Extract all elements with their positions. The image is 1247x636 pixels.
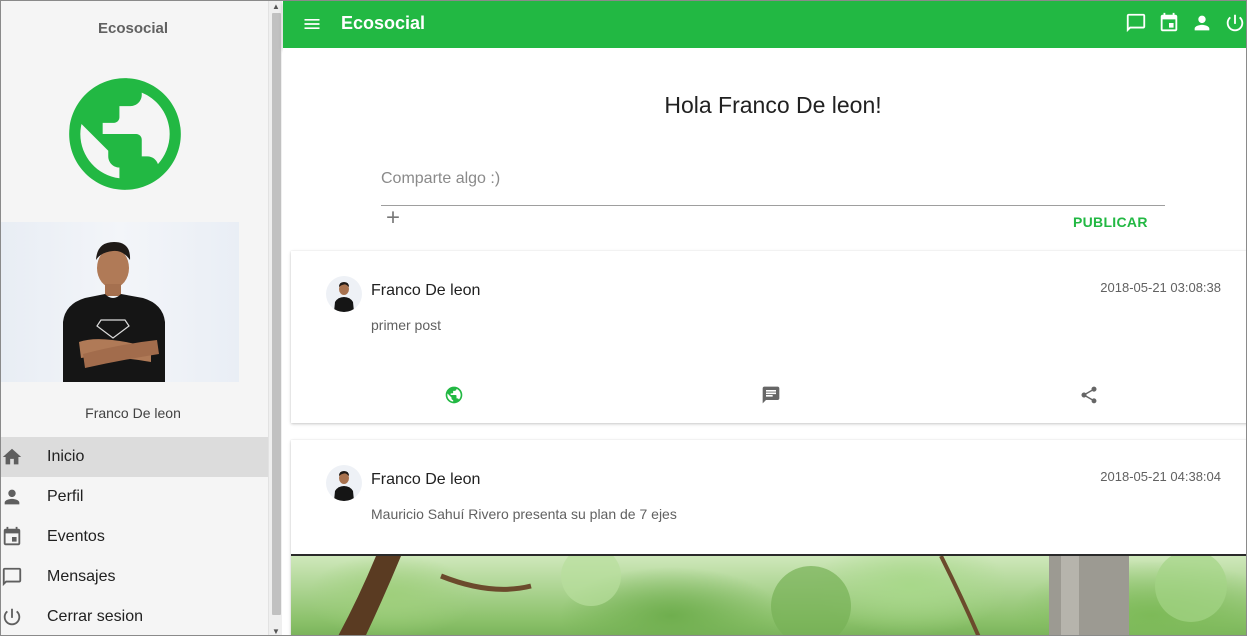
sidebar-item-cerrar-sesion[interactable]: Cerrar sesion (1, 597, 268, 635)
message-icon (1, 566, 23, 588)
app-window: Ecosocial Franco De leon Inicio Perfil E… (0, 0, 1247, 636)
post-actions (291, 385, 1246, 407)
sidebar-item-inicio[interactable]: Inicio (1, 437, 268, 477)
avatar[interactable] (326, 465, 362, 501)
globe-icon[interactable] (444, 385, 464, 405)
post-author[interactable]: Franco De leon (371, 471, 480, 489)
power-icon[interactable] (1224, 12, 1246, 34)
sidebar-title: Ecosocial (97, 20, 169, 37)
message-icon[interactable] (1125, 12, 1147, 34)
scrollbar-thumb[interactable] (272, 13, 281, 615)
post-date: 2018-05-21 04:38:04 (1100, 469, 1221, 484)
share-input[interactable] (381, 152, 1165, 206)
person-icon[interactable] (1191, 12, 1213, 34)
avatar[interactable] (326, 276, 362, 312)
power-icon (1, 606, 23, 628)
sidebar-item-label: Cerrar sesion (47, 608, 144, 625)
globe-icon (58, 67, 192, 201)
post-card: Franco De leon 2018-05-21 04:38:04 Mauri… (291, 440, 1246, 635)
sidebar-item-label: Mensajes (47, 568, 116, 585)
post-text: Mauricio Sahuí Rivero presenta su plan d… (371, 506, 677, 522)
sidebar-item-mensajes[interactable]: Mensajes (1, 557, 268, 597)
app-title: Ecosocial (341, 13, 426, 33)
post-text: primer post (371, 317, 442, 333)
share-icon[interactable] (1079, 385, 1099, 405)
calendar-icon[interactable] (1158, 12, 1180, 34)
top-app-bar: Ecosocial (283, 1, 1246, 48)
publish-button[interactable]: PUBLICAR (1073, 214, 1148, 230)
home-icon (1, 446, 23, 468)
post-image[interactable] (291, 554, 1246, 635)
sidebar-item-label: Inicio (47, 448, 85, 465)
sidebar-item-eventos[interactable]: Eventos (1, 517, 268, 557)
scroll-up-arrow-icon[interactable]: ▲ (272, 2, 280, 11)
profile-photo (1, 222, 239, 382)
scroll-down-arrow-icon[interactable]: ▼ (272, 627, 280, 635)
menu-icon[interactable] (302, 14, 322, 34)
calendar-icon (1, 526, 23, 548)
sidebar-scrollbar[interactable]: ▲ ▼ (268, 1, 282, 635)
sidebar-item-label: Eventos (47, 528, 105, 545)
post-date: 2018-05-21 03:08:38 (1100, 280, 1221, 295)
add-icon[interactable] (383, 208, 403, 228)
sidebar-item-label: Perfil (47, 488, 84, 505)
person-icon (1, 486, 23, 508)
sidebar: Ecosocial Franco De leon Inicio Perfil E… (1, 1, 269, 635)
comment-icon[interactable] (761, 385, 781, 405)
sidebar-nav: Inicio Perfil Eventos Mensajes Cerrar se… (1, 437, 268, 635)
greeting-title: Hola Franco De leon! (664, 92, 882, 118)
main-content: Hola Franco De leon! PUBLICAR Franco De … (283, 48, 1246, 635)
sidebar-item-perfil[interactable]: Perfil (1, 477, 268, 517)
topbar-actions (1125, 12, 1246, 34)
post-card: Franco De leon 2018-05-21 03:08:38 prime… (291, 251, 1246, 423)
sidebar-username: Franco De leon (85, 405, 181, 421)
post-author[interactable]: Franco De leon (371, 282, 480, 300)
